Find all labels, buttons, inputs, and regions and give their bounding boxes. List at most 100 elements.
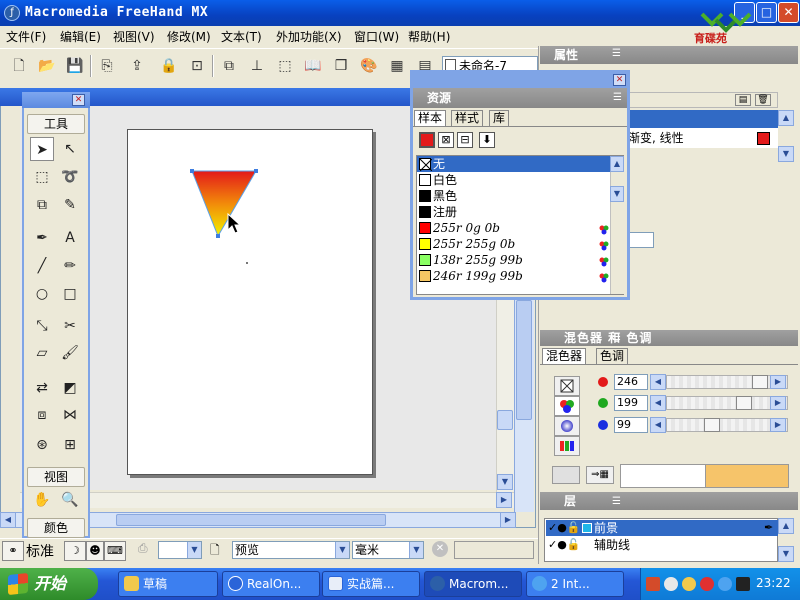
freehand-app-icon[interactable]: ƒ (4, 5, 20, 21)
open-folder-icon[interactable]: 📂 (36, 55, 58, 77)
swatch-item-white[interactable]: 白色 (417, 172, 611, 188)
menu-xtras[interactable]: 外加功能(X) (276, 28, 342, 45)
input-method-icon[interactable] (646, 577, 660, 591)
scroll-left-arrow-icon[interactable]: ◀ (0, 512, 16, 528)
mirror-tool-icon[interactable]: ⋈ (58, 403, 82, 427)
green-stepper-icon[interactable]: ◀ (650, 395, 666, 411)
swatch-scroll-down-icon[interactable]: ▼ (610, 186, 624, 202)
pen-tool-icon[interactable]: ✒ (30, 226, 54, 250)
menu-help[interactable]: 帮助(H) (408, 28, 450, 45)
task-drafts[interactable]: 草稿 (118, 571, 218, 597)
tab-tint[interactable]: 色调 (596, 348, 629, 364)
fill-type-row[interactable]: 渐变, 线性 (626, 128, 778, 148)
menu-view[interactable]: 视图(V) (113, 28, 155, 45)
cancel-icon[interactable]: ✕ (432, 541, 448, 557)
swatch-item-green[interactable]: 138r 255g 99b (417, 252, 611, 268)
layers-icon[interactable]: ❒ (330, 55, 352, 77)
red-slider-right-icon[interactable]: ▶ (770, 375, 786, 389)
panel-menu-icon[interactable]: ☰ (612, 332, 621, 343)
eyedropper-tool-icon[interactable]: ✎ (58, 193, 82, 217)
eraser-tool-icon[interactable]: ▱ (30, 341, 54, 365)
arrow-left-icon[interactable] (664, 577, 678, 591)
stroke-toggle-icon[interactable]: ⊟ (457, 132, 473, 148)
fill-color-swatch[interactable] (757, 132, 770, 145)
network-icon[interactable] (718, 577, 732, 591)
red-slider-thumb[interactable] (752, 375, 768, 389)
layers-panel-title[interactable]: 层 (540, 492, 798, 510)
text-tool-icon[interactable]: A (58, 226, 82, 250)
swatches-panel-title[interactable]: 资源 (413, 88, 627, 108)
zoom-tool-icon[interactable]: 🔍 (58, 488, 82, 512)
blue-slider-right-icon[interactable]: ▶ (770, 418, 786, 432)
gradient-triangle[interactable] (186, 166, 262, 242)
swatch-item-none[interactable]: 无 (417, 156, 611, 172)
blue-stepper-icon[interactable]: ◀ (650, 417, 666, 433)
add-fill-icon[interactable]: ▤ (735, 94, 751, 106)
moon-icon[interactable]: ☽ (64, 541, 86, 561)
stroke-none-icon[interactable]: ⊠ (438, 132, 454, 148)
properties-panel-title[interactable]: 属性 (540, 46, 798, 64)
layer-row-foreground[interactable]: ✓●🔓 前景 ✒ (546, 520, 778, 536)
layer-scroll-up-icon[interactable]: ▲ (778, 518, 794, 534)
swatches-panel-titlebar[interactable] (410, 70, 630, 88)
props-scroll-up-icon[interactable]: ▲ (778, 110, 794, 126)
menu-file[interactable]: 文件(F) (6, 28, 46, 45)
tab-styles[interactable]: 样式 (451, 110, 484, 126)
panel-menu-icon[interactable]: ☰ (613, 92, 622, 103)
main-vertical-scroll-thumb[interactable] (516, 300, 532, 420)
menu-modify[interactable]: 修改(M) (167, 28, 211, 45)
hls-mode-icon[interactable] (554, 416, 580, 436)
layer-row-guides[interactable]: ✓●🔓 辅助线 (546, 537, 778, 553)
chat-icon[interactable] (736, 577, 750, 591)
swatch-item-yellow[interactable]: 255r 255g 0b (417, 236, 611, 252)
page-number-select[interactable]: ▼ (158, 541, 202, 559)
layer-visible-check-icon[interactable]: ✓●🔓 (548, 520, 581, 536)
chevron-down-icon[interactable]: ▼ (187, 542, 201, 558)
scroll-right-arrow-icon[interactable]: ▶ (500, 512, 516, 528)
tab-library[interactable]: 库 (489, 110, 510, 126)
props-value-field[interactable] (626, 232, 654, 248)
rectangle-tool-icon[interactable]: □ (58, 282, 82, 306)
mixed-color-preview[interactable] (705, 464, 789, 488)
delete-fill-icon[interactable]: 🗑 (755, 94, 771, 106)
new-document-icon[interactable]: 🗋 (8, 55, 30, 77)
system-color-icon[interactable] (554, 436, 580, 456)
panel-menu-icon[interactable]: ☰ (612, 496, 621, 507)
tab-swatches[interactable]: 样本 (414, 110, 447, 126)
vertical-scroll-thumb[interactable] (497, 410, 513, 430)
scale-page-tool-icon[interactable]: ⧉ (30, 193, 54, 217)
panel-menu-icon[interactable]: ☰ (612, 48, 621, 59)
lasso-tool-icon[interactable]: ➰ (58, 165, 82, 189)
import-icon[interactable]: ⎘ (96, 55, 118, 77)
line-tool-icon[interactable]: ╱ (30, 254, 54, 278)
red-stepper-icon[interactable]: ◀ (650, 374, 666, 390)
layer-scroll-down-icon[interactable]: ▼ (778, 546, 794, 562)
group-icon[interactable]: ⧉ (218, 55, 240, 77)
scale-tool-icon[interactable]: ⤡ (30, 314, 54, 338)
pointer-tool-icon[interactable]: ➤ (30, 137, 54, 161)
grid-icon[interactable]: ▦ (386, 55, 408, 77)
main-horizontal-scroll-thumb[interactable] (116, 514, 386, 526)
chevron-down-icon[interactable]: ▼ (335, 542, 349, 558)
preview-mode-select[interactable]: 预览 ▼ (232, 541, 350, 559)
task-internet[interactable]: 2 Int... (526, 571, 624, 597)
swatch-grid-icon[interactable]: ⇒▦ (586, 466, 614, 484)
transform-icon[interactable]: ⬚ (274, 55, 296, 77)
knife-tool-icon[interactable]: ✂ (58, 314, 82, 338)
horizontal-scrollbar[interactable] (20, 492, 516, 508)
swatch-list-scrollbar[interactable] (610, 156, 624, 294)
properties-selected-row[interactable] (626, 110, 778, 128)
clock[interactable]: 23:22 (756, 576, 791, 590)
blend-tool-icon[interactable]: ⇄ (30, 376, 54, 400)
subselect-tool-icon[interactable]: ↖ (58, 137, 82, 161)
standard-mode-label[interactable]: 标准 (26, 541, 54, 561)
blue-slider-thumb[interactable] (704, 418, 720, 432)
swatch-item-registration[interactable]: 注册 (417, 204, 611, 220)
maximize-button[interactable]: □ (756, 2, 777, 23)
blue-value-field[interactable]: 99 (614, 417, 648, 433)
page-tool-icon[interactable]: ⬚ (30, 165, 54, 189)
props-scroll-down-icon[interactable]: ▼ (778, 146, 794, 162)
mixer-panel-title[interactable]: 混色器 和 色调 (540, 330, 798, 346)
tools-panel-close-icon[interactable]: ✕ (72, 94, 85, 106)
brush-tool-icon[interactable]: 🖌 (58, 341, 82, 365)
